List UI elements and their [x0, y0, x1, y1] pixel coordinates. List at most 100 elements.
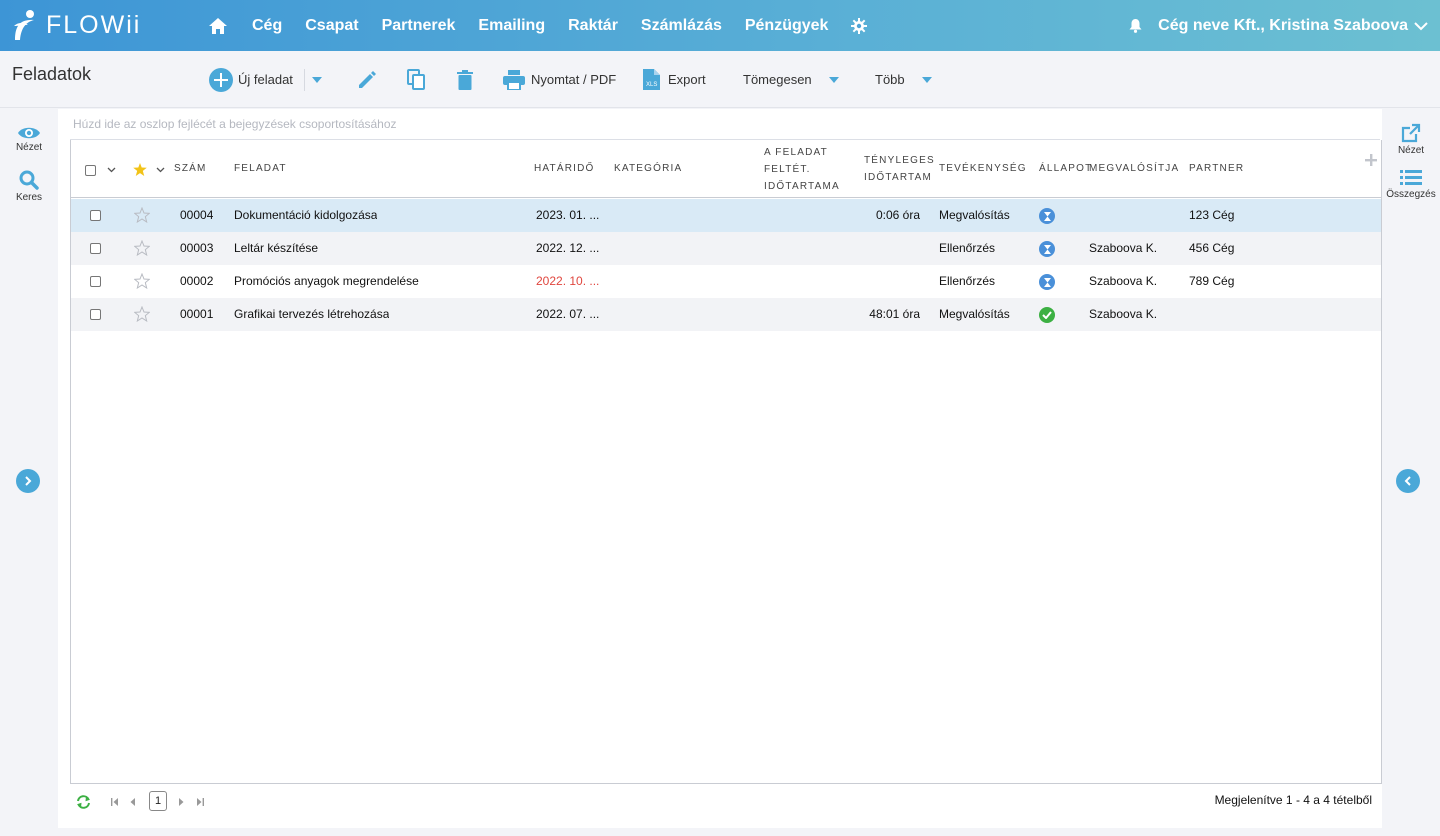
- first-page-icon: [111, 798, 118, 806]
- row-actual-duration: 0:06 óra: [875, 208, 920, 222]
- row-task: Grafikai tervezés létrehozása: [234, 307, 390, 321]
- flowii-logo-icon: [14, 10, 34, 40]
- column-header-line: időtartama: [764, 181, 840, 192]
- row-assignee: Szaboova K.: [1089, 274, 1158, 288]
- home-icon: [209, 17, 227, 34]
- new-task-button[interactable]: Új feladat: [209, 51, 293, 108]
- star-filled-icon[interactable]: [133, 163, 147, 176]
- column-header-num[interactable]: Szám: [174, 161, 207, 177]
- eye-icon: [18, 127, 40, 139]
- prev-page-button[interactable]: [130, 787, 136, 817]
- nav-item-partnerek[interactable]: Partnerek: [382, 17, 456, 35]
- row-task: Leltár készítése: [234, 241, 319, 255]
- user-label[interactable]: Cég neve Kft., Kristina Szaboova: [1158, 17, 1408, 35]
- view-toggle-button[interactable]: Nézet: [0, 126, 58, 153]
- row-partner: 456 Cég: [1189, 241, 1235, 255]
- star-outline-icon[interactable]: [134, 306, 150, 322]
- nav-item-emailing[interactable]: Emailing: [478, 17, 545, 35]
- flowii-logo[interactable]: FLOWii: [12, 9, 141, 41]
- last-page-button[interactable]: [196, 787, 204, 817]
- print-pdf-label: Nyomtat / PDF: [531, 72, 617, 87]
- summary-label: Összegzés: [1386, 189, 1436, 200]
- user-menu[interactable]: Cég neve Kft., Kristina Szaboova: [1129, 0, 1428, 51]
- new-task-dropdown[interactable]: [312, 51, 322, 108]
- first-page-button[interactable]: [111, 787, 119, 817]
- row-activity: Megvalósítás: [939, 208, 1010, 222]
- row-checkbox[interactable]: [90, 276, 101, 287]
- nav-item-ceg[interactable]: Cég: [252, 17, 282, 35]
- expand-left-panel-button[interactable]: [16, 469, 40, 493]
- export-button[interactable]: XLS Export: [643, 51, 706, 108]
- add-column-icon[interactable]: [1365, 154, 1377, 166]
- delete-button[interactable]: [457, 51, 473, 108]
- column-header-actual-duration[interactable]: Tényleges időtartam: [864, 152, 935, 186]
- column-header-line: feltét.: [764, 164, 811, 175]
- row-checkbox[interactable]: [90, 309, 101, 320]
- row-checkbox[interactable]: [90, 210, 101, 221]
- caret-down-icon: [312, 76, 322, 83]
- gear-icon: [851, 17, 868, 34]
- chevron-down-icon[interactable]: [156, 167, 165, 173]
- select-all-checkbox[interactable]: [85, 165, 96, 176]
- nav-item-csapat[interactable]: Csapat: [305, 17, 358, 35]
- table-row[interactable]: 00001 Grafikai tervezés létrehozása 2022. …: [71, 298, 1381, 331]
- copy-button[interactable]: [407, 51, 426, 108]
- table-row[interactable]: 00004 Dokumentáció kidolgozása 2023. 01. .…: [71, 199, 1381, 232]
- column-header-assignee[interactable]: Megvalósítja: [1089, 161, 1179, 177]
- table-row[interactable]: 00003 Leltár készítése 2022. 12. ... Ellenő…: [71, 232, 1381, 265]
- column-header-line: időtartam: [864, 172, 933, 183]
- nav-item-raktar[interactable]: Raktár: [568, 17, 618, 35]
- view-label: Nézet: [15, 142, 43, 153]
- bell-icon[interactable]: [1129, 18, 1142, 33]
- more-dropdown[interactable]: Több: [875, 51, 932, 108]
- row-deadline: 2023. 01. ...: [536, 208, 600, 222]
- row-number: 00003: [180, 241, 214, 255]
- logo-text: FLOWii: [46, 10, 142, 39]
- column-header-estimated-duration[interactable]: A feladat feltét. időtartama: [764, 144, 840, 195]
- bulk-actions-dropdown[interactable]: Tömegesen: [743, 51, 839, 108]
- chevron-left-icon: [1404, 476, 1411, 486]
- row-partner: 789 Cég: [1189, 274, 1235, 288]
- nav-home-button[interactable]: [206, 17, 230, 34]
- chevron-down-icon[interactable]: [1414, 21, 1428, 31]
- row-number: 00004: [180, 208, 214, 222]
- row-deadline: 2022. 10. ...: [536, 274, 600, 288]
- current-page[interactable]: 1: [149, 791, 167, 811]
- row-activity: Ellenőrzés: [939, 274, 996, 288]
- row-checkbox[interactable]: [90, 243, 101, 254]
- column-header-task[interactable]: Feladat: [234, 161, 287, 177]
- left-side-panel: Nézet Keres: [0, 109, 58, 836]
- edit-button[interactable]: [357, 51, 377, 108]
- print-pdf-button[interactable]: Nyomtat / PDF: [503, 51, 616, 108]
- more-label: Több: [875, 72, 905, 87]
- nav-item-szamlazas[interactable]: Számlázás: [641, 17, 722, 35]
- column-header-status[interactable]: Állapot: [1039, 161, 1092, 177]
- row-number: 00002: [180, 274, 214, 288]
- row-deadline: 2022. 07. ...: [536, 307, 600, 321]
- open-view-label: Nézet: [1397, 145, 1425, 156]
- column-header-category[interactable]: Kategória: [614, 161, 682, 177]
- table-row[interactable]: 00002 Promóciós anyagok megrendelése 2022.…: [71, 265, 1381, 298]
- star-outline-icon[interactable]: [134, 273, 150, 289]
- nav-item-penzugyek[interactable]: Pénzügyek: [745, 17, 829, 35]
- chevron-down-icon[interactable]: [107, 167, 116, 173]
- search-button[interactable]: Keres: [0, 170, 58, 203]
- column-header-line: A feladat: [764, 147, 828, 158]
- row-assignee: Szaboova K.: [1089, 241, 1158, 255]
- page-title: Feladatok: [12, 64, 92, 84]
- column-header-partner[interactable]: Partner: [1189, 161, 1244, 177]
- refresh-button[interactable]: [76, 787, 91, 817]
- column-header-activity[interactable]: Tevékenység: [939, 161, 1027, 177]
- summary-button[interactable]: Összegzés: [1382, 169, 1440, 200]
- open-view-button[interactable]: Nézet: [1382, 123, 1440, 156]
- star-outline-icon[interactable]: [134, 207, 150, 223]
- row-actual-duration: [851, 232, 920, 265]
- next-page-button[interactable]: [178, 787, 184, 817]
- group-by-drop-zone[interactable]: Húzd ide az oszlop fejlécét a bejegyzése…: [73, 117, 397, 131]
- settings-button[interactable]: [851, 17, 868, 34]
- star-outline-icon[interactable]: [134, 240, 150, 256]
- status-done-icon: [1039, 307, 1055, 323]
- row-actual-duration: [851, 265, 920, 298]
- expand-right-panel-button[interactable]: [1396, 469, 1420, 493]
- column-header-deadline[interactable]: Határidő: [534, 161, 595, 177]
